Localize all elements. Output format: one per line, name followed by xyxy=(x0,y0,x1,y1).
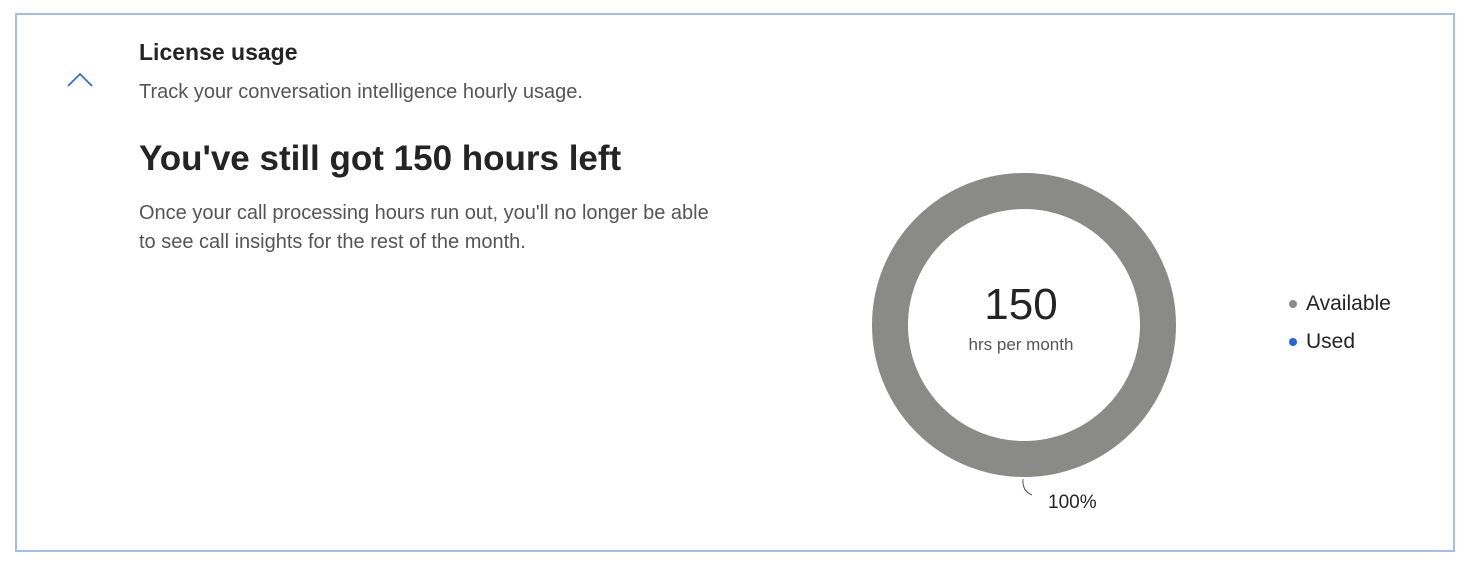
license-usage-card: License usage Track your conversation in… xyxy=(15,13,1455,552)
legend-item-used[interactable]: Used xyxy=(1289,323,1391,361)
chevron-up-icon xyxy=(67,72,93,87)
legend-item-available[interactable]: Available xyxy=(1289,285,1391,323)
legend-available-label: Available xyxy=(1306,292,1391,315)
usage-description: Once your call processing hours run out,… xyxy=(139,202,709,253)
legend-used-label: Used xyxy=(1306,330,1356,353)
section-title: License usage xyxy=(139,39,298,65)
center-label: hrs per month xyxy=(969,335,1074,354)
center-value: 150 xyxy=(984,280,1057,329)
hours-left-headline: You've still got 150 hours left xyxy=(139,139,622,178)
section-subtitle: Track your conversation intelligence hou… xyxy=(139,81,583,103)
donut-chart-svg: 150 hrs per month 100% xyxy=(872,173,1176,513)
usage-donut-chart: 150 hrs per month 100% xyxy=(857,155,1197,515)
percent-leader-line xyxy=(1022,478,1033,496)
chart-legend: Available Used xyxy=(1289,285,1391,361)
percent-label-available: 100% xyxy=(1048,492,1097,513)
legend-used-dot xyxy=(1289,338,1297,346)
collapse-button[interactable] xyxy=(65,67,95,93)
legend-available-dot xyxy=(1289,300,1297,308)
